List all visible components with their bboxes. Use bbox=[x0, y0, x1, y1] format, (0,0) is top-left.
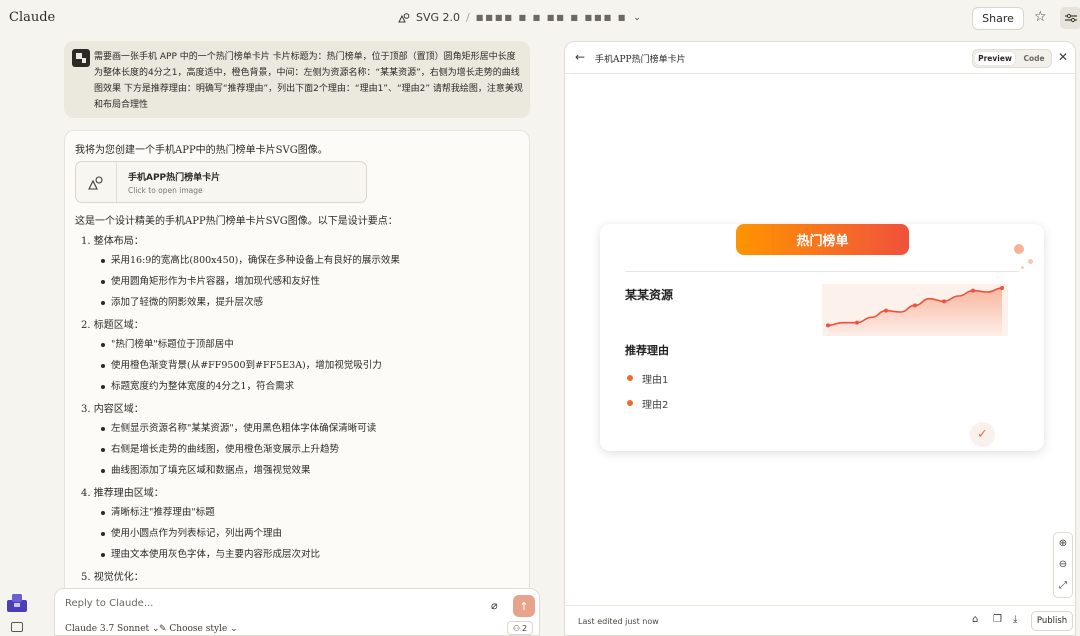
shapes-icon[interactable]: ⌂ bbox=[972, 614, 978, 625]
shapes-icon bbox=[398, 12, 410, 22]
list-item: 曲线图添加了填充区域和数据点，增强视觉效果 bbox=[81, 463, 521, 484]
tab-preview[interactable]: Preview bbox=[975, 52, 1015, 65]
trend-point bbox=[942, 299, 946, 304]
brand-logo[interactable]: Claude bbox=[9, 10, 55, 25]
artifact-panel: ← 手机APP热门榜单卡片 Preview Code ✕ 热门榜单 某某资源 推… bbox=[564, 41, 1076, 636]
send-button[interactable]: ↑ bbox=[513, 595, 535, 617]
artifact-card-subtitle: Click to open image bbox=[128, 186, 203, 195]
artifact-card-divider bbox=[116, 162, 117, 202]
section-heading: 1. 整体布局： bbox=[81, 236, 144, 247]
project-name: ■■■■ ■ ■ ■■ ■ ■■■ ■ bbox=[475, 13, 628, 22]
trend-point bbox=[855, 320, 859, 325]
document-title-bar[interactable]: SVG 2.0 / ■■■■ ■ ■ ■■ ■ ■■■ ■ ⌄ bbox=[398, 11, 641, 24]
trend-point bbox=[884, 308, 888, 313]
attachment-count: 2 bbox=[522, 623, 528, 633]
top-bar: Claude SVG 2.0 / ■■■■ ■ ■ ■■ ■ ■■■ ■ ⌄ S… bbox=[0, 0, 1080, 37]
doc-title: SVG 2.0 bbox=[416, 11, 461, 24]
assistant-summary: 这是一个设计精美的手机APP热门榜单卡片SVG图像。以下是设计要点： bbox=[75, 216, 398, 227]
expand-icon[interactable]: ⤢ bbox=[1054, 575, 1072, 596]
paperclip-icon[interactable]: ⌀ bbox=[491, 599, 498, 612]
list-item: 左侧显示资源名称"某某资源"，使用黑色粗体字体确保清晰可读 bbox=[81, 421, 521, 442]
artifact-card[interactable]: 手机APP热门榜单卡片 Click to open image bbox=[75, 161, 367, 203]
trend-chart bbox=[822, 284, 1008, 336]
list-item: 添加了轻微的阴影效果，提升层次感 bbox=[81, 295, 521, 316]
section-heading: 4. 推荐理由区域： bbox=[81, 488, 164, 499]
trend-point bbox=[826, 323, 830, 328]
section-heading: 5. 视觉优化： bbox=[81, 572, 144, 583]
list-item: 使用橙色渐变背景(从#FF9500到#FF5E3A)，增加视觉吸引力 bbox=[81, 358, 521, 379]
view-toggle[interactable]: Preview Code bbox=[972, 49, 1052, 68]
section-heading: 3. 内容区域： bbox=[81, 404, 144, 415]
list-item: 右侧是增长走势的曲线图，使用橙色渐变展示上升趋势 bbox=[81, 442, 521, 463]
chevron-down-icon: ⌄ bbox=[633, 12, 641, 23]
decor-circle bbox=[1021, 266, 1024, 269]
download-icon[interactable]: ⤓ bbox=[1013, 614, 1017, 625]
reason-item: 理由2 bbox=[642, 400, 669, 411]
brush-icon: ✎ bbox=[159, 624, 170, 634]
list-item: 采用16:9的宽高比(800x450)，确保在多种设备上有良好的展示效果 bbox=[81, 253, 521, 274]
clipboard-icon[interactable]: ❐ bbox=[993, 614, 1002, 625]
design-points-list: 1. 整体布局： 采用16:9的宽高比(800x450)，确保在多种设备上有良好… bbox=[81, 235, 521, 589]
zoom-out-icon[interactable]: ⊖ bbox=[1054, 554, 1072, 575]
publish-button[interactable]: Publish bbox=[1031, 611, 1073, 631]
artifact-card-title: 手机APP热门榜单卡片 bbox=[128, 173, 221, 183]
sidebar-toggle-icon[interactable] bbox=[11, 622, 23, 632]
hot-list-card: 热门榜单 某某资源 推荐理由 理由1 理由2 ✓ bbox=[600, 224, 1044, 451]
list-item: 理由文本使用灰色字体，与主要内容形成层次对比 bbox=[81, 547, 521, 568]
user-message: 需要画一张手机 APP 中的一个热门榜单卡片 卡片标题为：热门榜单，位于顶部（置… bbox=[64, 41, 530, 118]
card-divider bbox=[625, 271, 1019, 272]
list-item: 使用小圆点作为列表标记，列出两个理由 bbox=[81, 526, 521, 547]
shapes-icon bbox=[88, 176, 103, 190]
reason-bullet bbox=[627, 375, 633, 381]
trend-point bbox=[971, 288, 975, 293]
reply-input[interactable]: Reply to Claude... bbox=[65, 598, 153, 609]
style-selector[interactable]: ✎ Choose style ⌄ bbox=[159, 624, 238, 634]
user-avatar bbox=[72, 49, 90, 67]
zoom-in-icon[interactable]: ⊕ bbox=[1054, 533, 1072, 554]
decor-circle bbox=[1014, 244, 1024, 254]
attachment-count-button[interactable]: ⚇ 2 bbox=[507, 621, 533, 635]
trend-point bbox=[1000, 286, 1004, 290]
share-button[interactable]: Share bbox=[972, 7, 1024, 30]
tab-code[interactable]: Code bbox=[1019, 52, 1049, 65]
artifact-panel-title: 手机APP热门榜单卡片 bbox=[595, 55, 686, 65]
reason-heading: 推荐理由 bbox=[625, 344, 669, 357]
list-item: "热门榜单"标题位于顶部居中 bbox=[81, 337, 521, 358]
trend-point bbox=[913, 303, 917, 308]
decor-circle bbox=[1028, 259, 1033, 264]
resource-name: 某某资源 bbox=[625, 288, 674, 302]
sliders-icon[interactable] bbox=[1060, 7, 1080, 29]
style-selector-label: Choose style ⌄ bbox=[169, 624, 238, 634]
last-edited-text: Last edited just now bbox=[578, 617, 659, 626]
check-icon: ✓ bbox=[970, 422, 995, 447]
artifact-panel-footer: Last edited just now ⌂ ❐ ⤓ Publish bbox=[565, 605, 1075, 635]
artifact-panel-header: ← 手机APP热门榜单卡片 Preview Code ✕ bbox=[565, 42, 1075, 74]
close-icon[interactable]: ✕ bbox=[1058, 50, 1068, 64]
model-selector[interactable]: Claude 3.7 Sonnet ⌄ bbox=[65, 624, 160, 634]
arrow-up-icon: ↑ bbox=[519, 599, 529, 613]
reply-composer[interactable]: Reply to Claude... ⌀ ↑ Claude 3.7 Sonnet… bbox=[54, 588, 540, 636]
list-item: 使用圆角矩形作为卡片容器，增加现代感和友好性 bbox=[81, 274, 521, 295]
user-message-text: 需要画一张手机 APP 中的一个热门榜单卡片 卡片标题为：热门榜单，位于顶部（置… bbox=[94, 52, 523, 110]
section-heading: 2. 标题区域： bbox=[81, 320, 144, 331]
list-item: 标题宽度约为整体宽度的4分之1，符合需求 bbox=[81, 379, 521, 400]
star-icon[interactable]: ☆ bbox=[1034, 9, 1047, 25]
workspace-logo[interactable] bbox=[7, 594, 27, 612]
assistant-message: 我将为您创建一个手机APP中的热门榜单卡片SVG图像。 手机APP热门榜单卡片 … bbox=[64, 130, 530, 600]
title-separator: / bbox=[466, 11, 470, 24]
zoom-controls: ⊕ ⊖ ⤢ bbox=[1053, 532, 1073, 598]
arrow-left-icon[interactable]: ← bbox=[575, 50, 585, 64]
assistant-intro: 我将为您创建一个手机APP中的热门榜单卡片SVG图像。 bbox=[75, 145, 328, 156]
person-icon: ⚇ bbox=[512, 623, 521, 633]
reason-bullet bbox=[627, 400, 633, 406]
card-title-bar: 热门榜单 bbox=[736, 224, 909, 255]
list-item: 清晰标注"推荐理由"标题 bbox=[81, 505, 521, 526]
reason-item: 理由1 bbox=[642, 375, 669, 386]
